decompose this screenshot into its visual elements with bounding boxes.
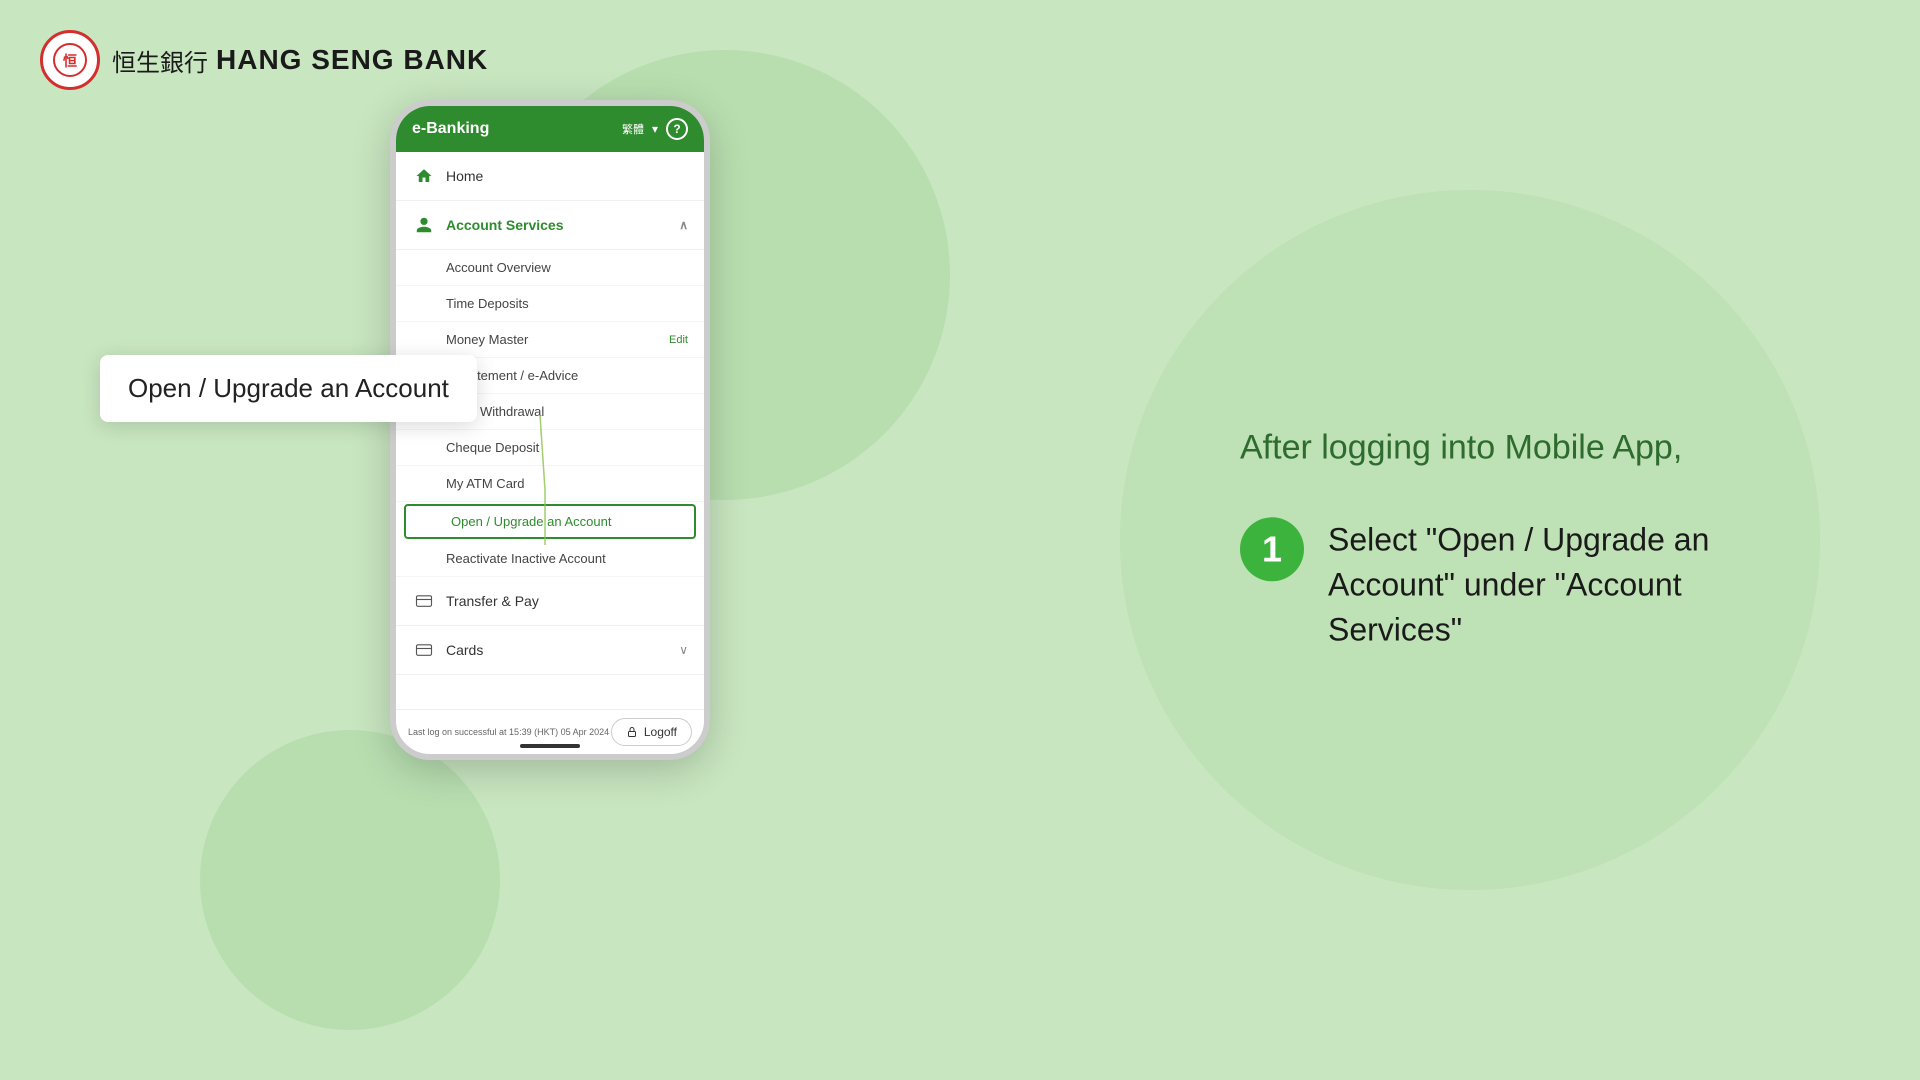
phone-help-icon[interactable]: ? [666,118,688,140]
menu-home-label: Home [446,168,483,184]
sub-menu-open-upgrade[interactable]: Open / Upgrade an Account [404,504,696,539]
cards-icon [412,638,436,662]
phone-home-indicator [520,744,580,748]
callout-box: Open / Upgrade an Account [100,355,477,422]
sub-menu-reactivate[interactable]: Reactivate Inactive Account [396,541,704,577]
menu-item-account-services[interactable]: Account Services ∧ [396,201,704,250]
sub-menu-cheque-deposit[interactable]: Cheque Deposit [396,430,704,466]
logo-circle: 恒 [40,30,100,90]
phone-frame: e-Banking 繁體 ▾ ? Home [390,100,710,760]
step-number: 1 [1240,517,1304,581]
menu-item-cards[interactable]: Cards ∨ [396,626,704,675]
menu-item-transfer-pay[interactable]: Transfer & Pay [396,577,704,626]
home-icon [412,164,436,188]
cards-chevron: ∨ [679,643,688,657]
svg-text:恒: 恒 [63,53,77,69]
logo-chinese-text: 恒生銀行 [112,43,208,78]
logoff-button[interactable]: Logoff [611,718,692,746]
sub-menu-money-master[interactable]: Money Master Edit [396,322,704,358]
account-services-chevron: ∧ [679,218,688,232]
lock-icon [626,726,638,738]
menu-account-services-label: Account Services [446,217,564,233]
phone-lang-chevron: ▾ [652,122,658,136]
subtitle-text: After logging into Mobile App, [1240,428,1840,467]
phone-language[interactable]: 繁體 [622,121,644,137]
money-master-edit-label: Edit [669,334,688,346]
step-description: Select "Open / Upgrade an Account" under… [1328,517,1709,651]
right-content: After logging into Mobile App, 1 Select … [1240,428,1840,651]
phone-header: e-Banking 繁體 ▾ ? [396,106,704,152]
last-login-text: Last log on successful at 15:39 (HKT) 05… [408,726,609,739]
logo-english-text: HANG SENG BANK [216,44,488,76]
account-services-icon [412,213,436,237]
callout-text: Open / Upgrade an Account [128,373,449,403]
phone-content: Home Account Services ∧ Account Overview… [396,152,704,692]
menu-cards-label: Cards [446,642,483,658]
step-container: 1 Select "Open / Upgrade an Account" und… [1240,517,1840,651]
sub-menu-time-deposits[interactable]: Time Deposits [396,286,704,322]
menu-item-home[interactable]: Home [396,152,704,201]
logo-svg-icon: 恒 [52,42,88,78]
phone-app-title: e-Banking [412,120,489,138]
phone-mockup: e-Banking 繁體 ▾ ? Home [390,100,710,760]
transfer-pay-icon [412,589,436,613]
menu-transfer-pay-label: Transfer & Pay [446,593,539,609]
sub-menu-my-atm-card[interactable]: My ATM Card [396,466,704,502]
header-logo: 恒 恒生銀行 HANG SENG BANK [40,30,488,90]
phone-header-right: 繁體 ▾ ? [622,118,688,140]
sub-menu-account-overview[interactable]: Account Overview [396,250,704,286]
bg-circle-small [200,730,500,1030]
